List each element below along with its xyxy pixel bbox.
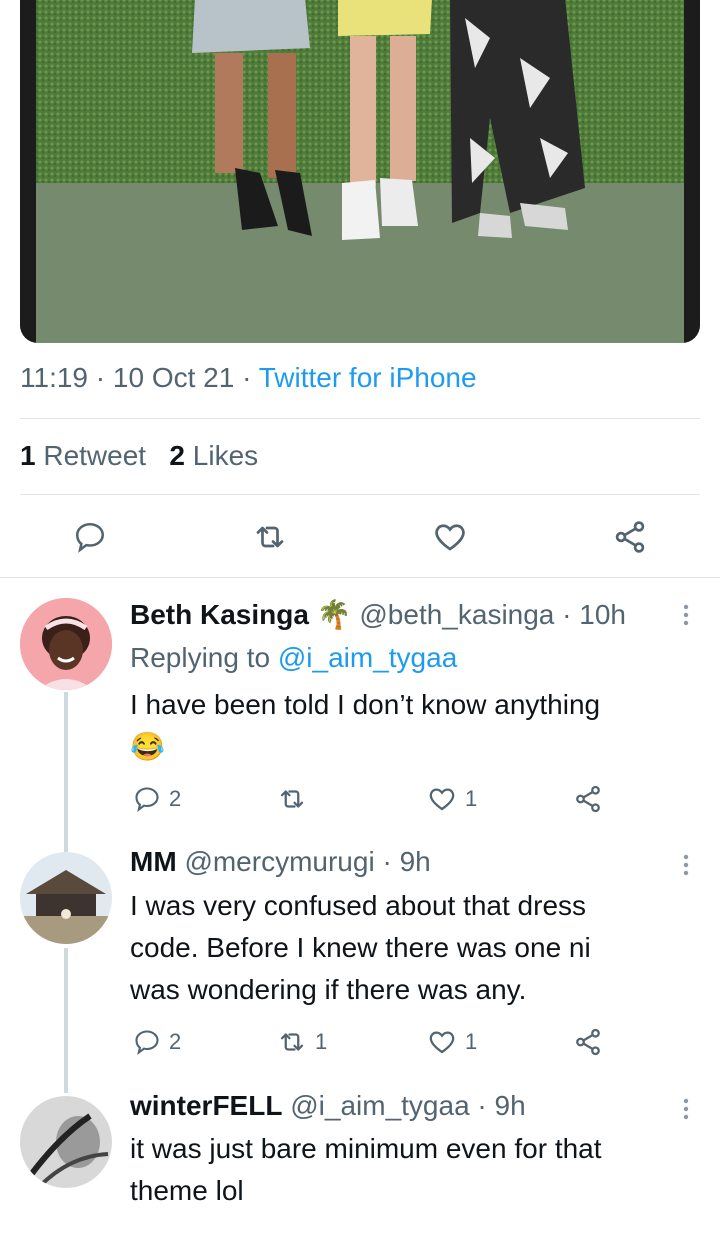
reply-action-share[interactable] bbox=[573, 1027, 603, 1057]
reply-count: 2 bbox=[169, 1029, 182, 1054]
thread-line bbox=[64, 948, 68, 1093]
comment-icon bbox=[135, 787, 159, 813]
reply-author-handle[interactable]: @i_aim_tygaa bbox=[290, 1090, 469, 1121]
tweet-date: 10 Oct 21 bbox=[112, 362, 235, 393]
divider bbox=[20, 494, 700, 495]
reply-header: Beth Kasinga 🌴 @beth_kasinga · 10h bbox=[130, 599, 626, 630]
tweet-meta: 11:19 · 10 Oct 21 · Twitter for iPhone bbox=[20, 362, 477, 393]
reply-header: winterFELL @i_aim_tygaa · 9h bbox=[130, 1090, 526, 1121]
like-button[interactable] bbox=[430, 517, 470, 557]
retweet-stat[interactable]: 1 Retweet bbox=[20, 440, 146, 471]
reply-count: 2 bbox=[169, 786, 182, 811]
divider bbox=[20, 418, 700, 419]
reply-text: I have been told I don’t know anything 😂 bbox=[130, 689, 601, 762]
retweet-icon bbox=[256, 526, 284, 548]
tweet-photo[interactable] bbox=[20, 0, 700, 343]
replying-to-handle[interactable]: @i_aim_tygaa bbox=[278, 642, 457, 673]
avatar[interactable] bbox=[20, 852, 112, 944]
more-options-icon[interactable] bbox=[676, 852, 696, 882]
like-count: 1 bbox=[465, 786, 478, 811]
thread-line bbox=[64, 692, 68, 852]
reply-header: MM @mercymurugi · 9h bbox=[130, 846, 431, 877]
like-stat[interactable]: 2 Likes bbox=[169, 440, 258, 471]
retweet-icon bbox=[280, 1033, 304, 1051]
reply-author-name[interactable]: winterFELL bbox=[130, 1090, 282, 1121]
more-options-icon[interactable] bbox=[676, 1096, 696, 1126]
avatar[interactable] bbox=[20, 598, 112, 690]
divider bbox=[0, 577, 720, 578]
reply-author-handle[interactable]: @beth_kasinga bbox=[359, 599, 554, 630]
reply-time: 9h bbox=[399, 846, 431, 877]
heart-icon bbox=[435, 524, 465, 551]
reply-action-like[interactable]: 1 bbox=[427, 1027, 477, 1057]
retweet-icon bbox=[280, 790, 304, 808]
reply-time: 9h bbox=[494, 1090, 526, 1121]
heart-icon bbox=[429, 788, 455, 811]
tweet-action-bar bbox=[0, 505, 720, 569]
reply-action-retweet[interactable]: 1 bbox=[277, 1027, 327, 1057]
comment-icon bbox=[75, 522, 105, 553]
palm-emoji: 🌴 bbox=[316, 599, 352, 630]
more-options-icon[interactable] bbox=[676, 602, 696, 632]
reply-action-like[interactable]: 1 bbox=[427, 784, 477, 814]
reply-text: I was very confused about that dress cod… bbox=[130, 890, 591, 1005]
reply-text: it was just bare minimum even for that t… bbox=[130, 1133, 602, 1206]
share-icon bbox=[615, 521, 645, 553]
reply-action-retweet[interactable] bbox=[277, 784, 315, 814]
tweet-source-link[interactable]: Twitter for iPhone bbox=[259, 362, 477, 393]
avatar[interactable] bbox=[20, 1096, 112, 1188]
share-icon bbox=[576, 1028, 600, 1056]
share-button[interactable] bbox=[610, 517, 650, 557]
reply-button[interactable] bbox=[70, 517, 110, 557]
like-count: 1 bbox=[465, 1029, 478, 1054]
retweet-count: 1 bbox=[315, 1029, 328, 1054]
reply-author-name[interactable]: Beth Kasinga bbox=[130, 599, 309, 630]
comment-icon bbox=[135, 1030, 159, 1056]
reply-author-name[interactable]: MM bbox=[130, 846, 177, 877]
reply-action-reply[interactable]: 2 bbox=[133, 784, 181, 814]
share-icon bbox=[576, 785, 600, 813]
tweet-time: 11:19 bbox=[20, 362, 88, 393]
reply-author-handle[interactable]: @mercymurugi bbox=[184, 846, 374, 877]
reply-time: 10h bbox=[579, 599, 626, 630]
retweet-button[interactable] bbox=[250, 517, 290, 557]
heart-icon bbox=[429, 1031, 455, 1054]
reply-action-reply[interactable]: 2 bbox=[133, 1027, 181, 1057]
reply-action-share[interactable] bbox=[573, 784, 603, 814]
replying-to: Replying to @i_aim_tygaa bbox=[130, 642, 458, 673]
tweet-stats: 1 Retweet 2 Likes bbox=[20, 440, 258, 472]
